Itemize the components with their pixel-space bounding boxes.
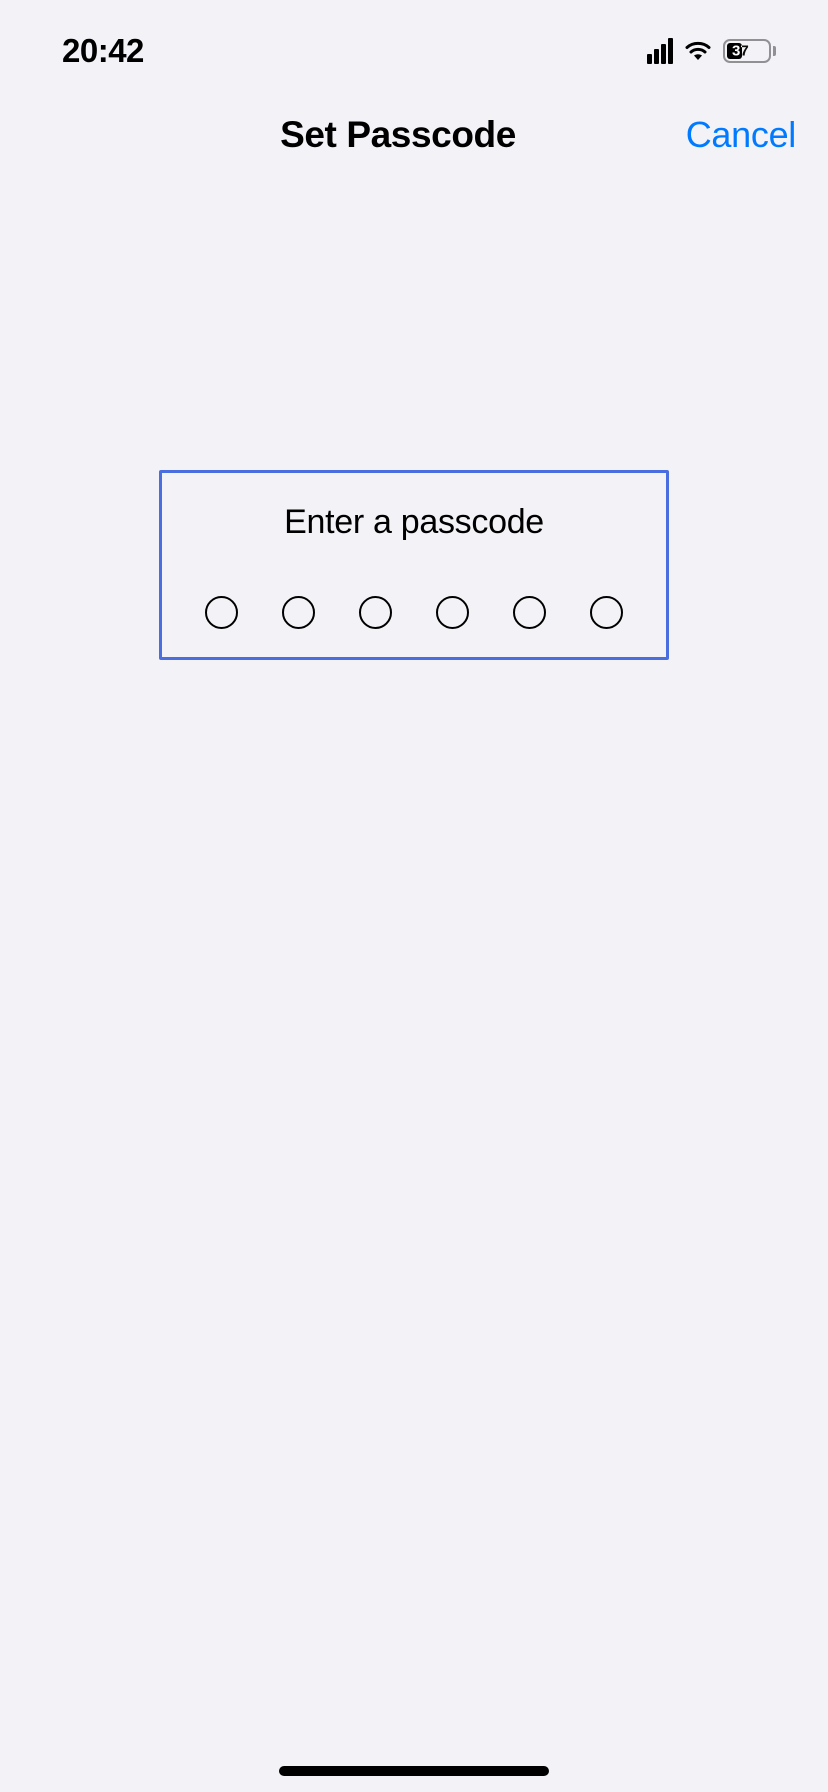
passcode-dot	[359, 596, 392, 629]
passcode-dot	[205, 596, 238, 629]
cancel-button[interactable]: Cancel	[686, 114, 796, 156]
battery-icon: 37	[723, 39, 776, 63]
passcode-dots-row	[162, 596, 666, 629]
page-title: Set Passcode	[280, 114, 516, 156]
home-indicator[interactable]	[279, 1766, 549, 1776]
passcode-dot	[513, 596, 546, 629]
passcode-input-area[interactable]: Enter a passcode	[159, 470, 669, 660]
passcode-dot	[436, 596, 469, 629]
passcode-prompt-label: Enter a passcode	[162, 503, 666, 542]
status-bar: 20:42 37	[0, 0, 828, 80]
navigation-bar: Set Passcode Cancel	[0, 95, 828, 175]
passcode-dot	[590, 596, 623, 629]
battery-percent-label: 37	[732, 43, 749, 60]
wifi-icon	[683, 39, 713, 63]
cellular-signal-icon	[647, 38, 673, 64]
status-indicators: 37	[647, 38, 776, 64]
status-time: 20:42	[62, 32, 144, 70]
passcode-dot	[282, 596, 315, 629]
